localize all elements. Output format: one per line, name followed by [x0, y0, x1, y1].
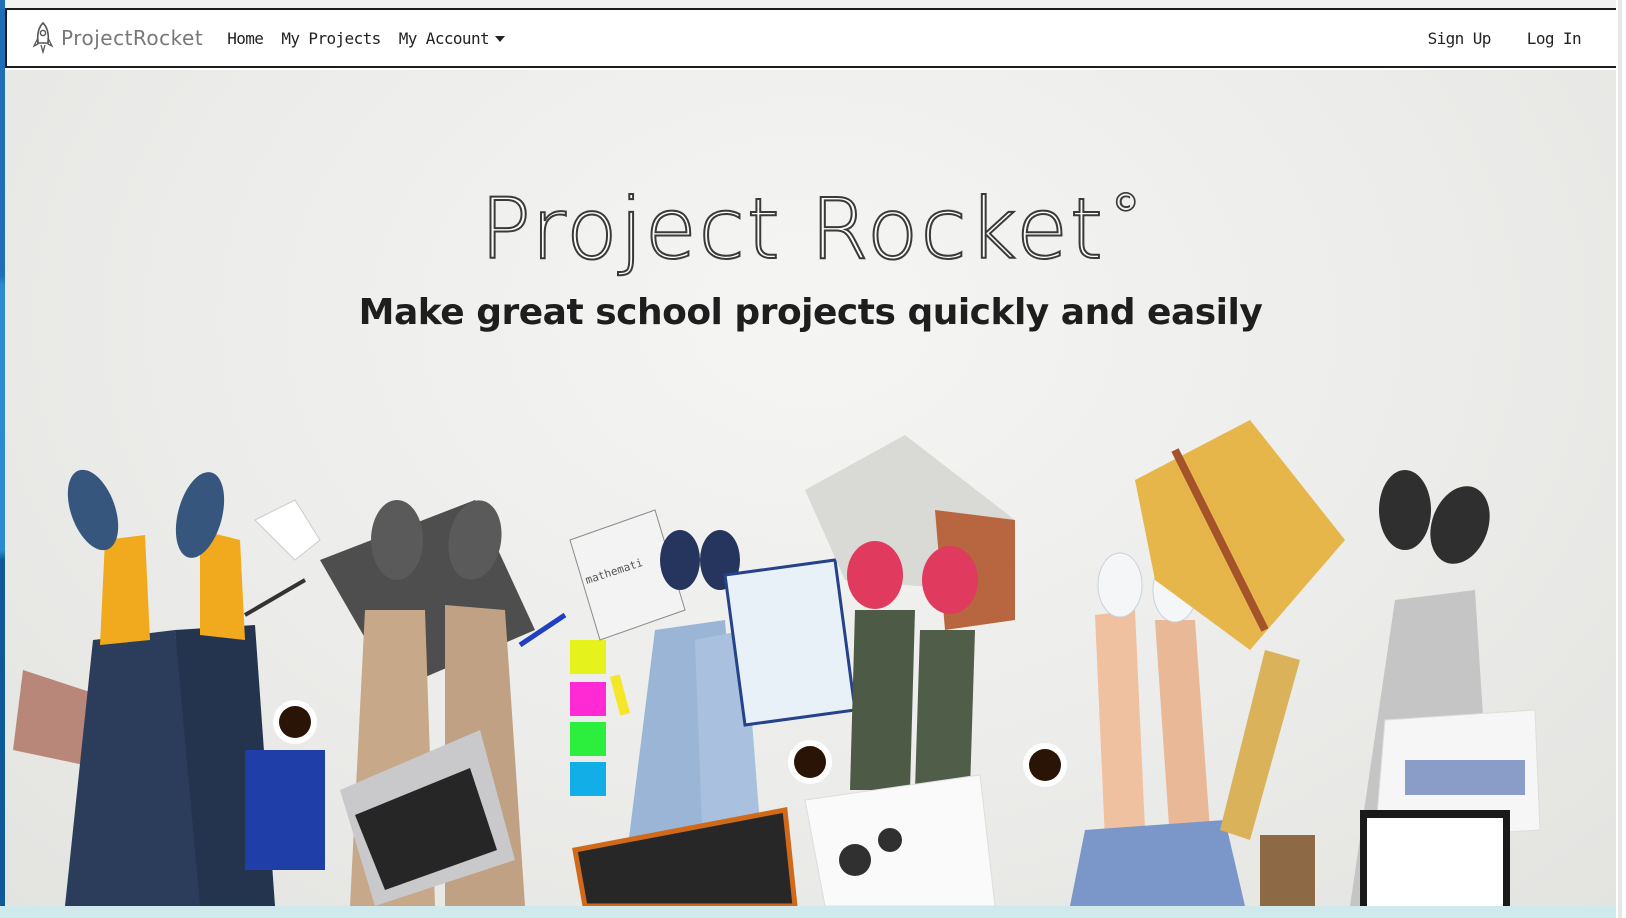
student-figure-2: [320, 500, 567, 906]
sticky-notes: [570, 640, 631, 796]
hero-illustration: mathemati: [13, 420, 1541, 906]
bottom-band: [0, 906, 1626, 918]
nav-home[interactable]: Home: [227, 29, 264, 48]
log-in-link[interactable]: Log In: [1527, 29, 1582, 48]
sign-up-link[interactable]: Sign Up: [1428, 29, 1492, 48]
scrollbar-track[interactable]: [1618, 0, 1622, 918]
student-figure-6: [1350, 470, 1541, 906]
nav-my-account-dropdown[interactable]: My Account: [398, 28, 506, 48]
nav-links: Home My Projects My Account: [227, 29, 523, 48]
brand-name: ProjectRocket: [61, 26, 204, 50]
caret-down-icon: [495, 36, 506, 42]
auth-links: Sign Up Log In: [1392, 29, 1582, 48]
hero-section: Project Rocket © Make great school projec…: [5, 70, 1616, 906]
brand-link[interactable]: ProjectRocket: [31, 21, 203, 55]
student-figure-1: [13, 469, 325, 906]
student-figure-5: [1070, 420, 1345, 906]
browser-frame: ProjectRocket Home My Projects My Accoun…: [0, 0, 1626, 918]
nav-my-account-label: My Account: [398, 28, 490, 48]
nav-my-projects[interactable]: My Projects: [281, 29, 381, 48]
rocket-icon: [32, 21, 54, 55]
navbar: ProjectRocket Home My Projects My Accoun…: [5, 8, 1619, 68]
